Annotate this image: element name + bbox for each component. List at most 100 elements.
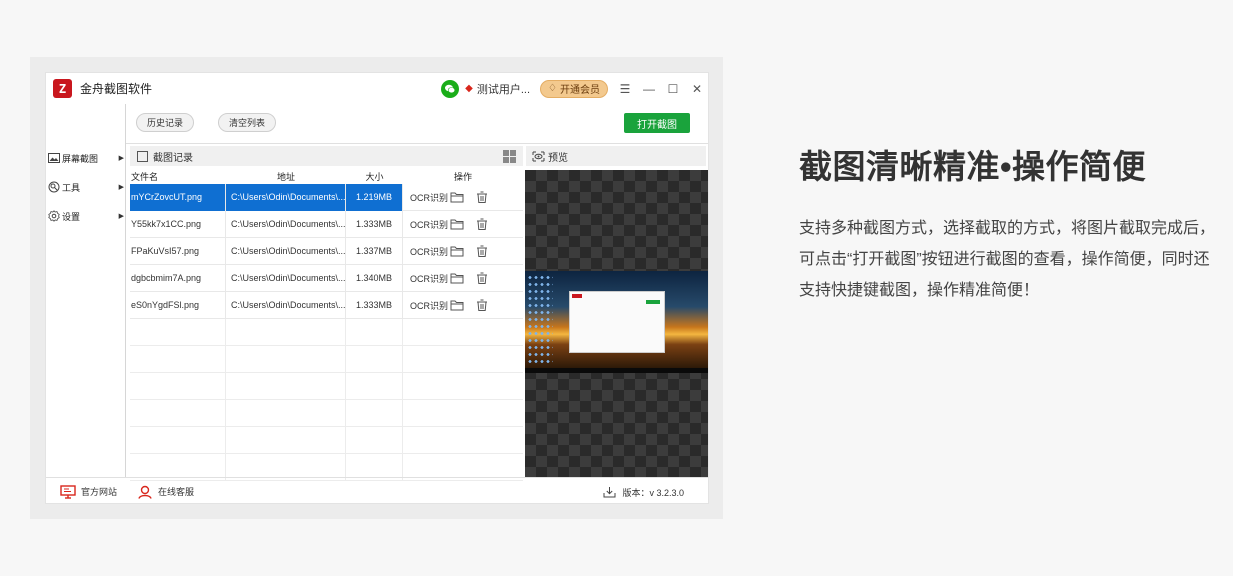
preview-canvas bbox=[525, 170, 708, 477]
trash-icon[interactable] bbox=[475, 245, 489, 257]
column-header-filename: 文件名 bbox=[131, 172, 159, 182]
trash-icon[interactable] bbox=[475, 218, 489, 230]
sidebar-item-settings[interactable]: 设置 ▶ bbox=[48, 207, 126, 225]
cell-filename: FPaKuVsI57.png bbox=[130, 237, 226, 265]
sidebar: 屏幕截图 ▶ 工具 ▶ 设置 ▶ bbox=[46, 104, 126, 477]
cell-size: 1.337MB bbox=[346, 237, 403, 265]
monitor-icon bbox=[60, 484, 76, 499]
tools-icon bbox=[48, 181, 60, 193]
table-row[interactable]: eS0nYgdFSl.png C:\Users\Odin\Documents\..… bbox=[130, 291, 523, 319]
minimize-icon[interactable]: — bbox=[642, 82, 656, 96]
ocr-button[interactable]: OCR识别 bbox=[410, 191, 450, 204]
ocr-button[interactable]: OCR识别 bbox=[410, 299, 450, 312]
gear-icon bbox=[48, 210, 60, 222]
grid-view-icon[interactable] bbox=[503, 150, 516, 163]
document-icon bbox=[137, 150, 148, 162]
trash-icon[interactable] bbox=[475, 272, 489, 284]
title-bar-controls: ◆ 测试用户... ♢ 开通会员 ☰ — ☐ ✕ bbox=[441, 73, 704, 104]
ocr-button[interactable]: OCR识别 bbox=[410, 218, 450, 231]
version-label: 版本：v 3.2.3.0 bbox=[622, 487, 684, 498]
vip-button-label: 开通会员 bbox=[560, 85, 600, 96]
title-bar: Z 金舟截图软件 ◆ 测试用户... ♢ 开通会员 ☰ — ☐ ✕ bbox=[46, 73, 708, 104]
column-header-actions: 操作 bbox=[453, 172, 472, 182]
sidebar-item-label: 设置 bbox=[62, 211, 81, 222]
chevron-right-icon: ▶ bbox=[118, 184, 124, 191]
image-icon bbox=[48, 153, 60, 163]
feature-description: 支持多种截图方式，选择截取的方式，将图片截取完成后，可点击“打开截图”按钮进行截… bbox=[799, 220, 1216, 299]
cell-filename: Y55kk7x1CC.png bbox=[130, 210, 226, 238]
cell-actions: OCR识别 bbox=[403, 238, 523, 265]
folder-icon[interactable] bbox=[450, 299, 464, 311]
online-service-link[interactable]: 在线客服 bbox=[137, 485, 194, 499]
sidebar-item-tools[interactable]: 工具 ▶ bbox=[48, 178, 126, 196]
ocr-button[interactable]: OCR识别 bbox=[410, 272, 450, 285]
folder-icon[interactable] bbox=[450, 218, 464, 230]
table-row[interactable]: dgbcbmim7A.png C:\Users\Odin\Documents\..… bbox=[130, 264, 523, 292]
open-screenshot-button[interactable]: 打开截图 bbox=[624, 113, 690, 133]
official-website-link[interactable]: 官方网站 bbox=[60, 484, 118, 499]
folder-icon[interactable] bbox=[450, 245, 464, 257]
cell-actions: OCR识别 bbox=[403, 292, 523, 319]
eye-icon bbox=[532, 151, 545, 161]
trash-icon[interactable] bbox=[475, 191, 489, 203]
toolbar: 历史记录 清空列表 打开截图 bbox=[126, 104, 708, 144]
sidebar-item-label: 屏幕截图 bbox=[62, 153, 99, 164]
footer: 官方网站 在线客服 版本：v 3.2.3.0 bbox=[46, 477, 708, 503]
records-panel-title: 截图记录 bbox=[153, 152, 193, 164]
close-icon[interactable]: ✕ bbox=[690, 82, 704, 96]
preview-panel-title: 预览 bbox=[548, 152, 568, 164]
table-row[interactable]: Y55kk7x1CC.png C:\Users\Odin\Documents\..… bbox=[130, 210, 523, 238]
vip-diamond-icon: ◆ bbox=[465, 83, 473, 94]
ocr-button[interactable]: OCR识别 bbox=[410, 245, 450, 258]
user-name[interactable]: 测试用户... bbox=[477, 81, 530, 97]
empty-table-row bbox=[130, 400, 523, 427]
empty-table-row bbox=[130, 319, 523, 346]
sidebar-item-label: 工具 bbox=[62, 182, 81, 193]
column-header-size: 大小 bbox=[365, 172, 384, 182]
cell-path: C:\Users\Odin\Documents\... bbox=[226, 210, 346, 238]
cell-size: 1.333MB bbox=[346, 210, 403, 238]
table-row[interactable]: FPaKuVsI57.png C:\Users\Odin\Documents\..… bbox=[130, 237, 523, 265]
wechat-icon[interactable] bbox=[441, 79, 460, 98]
cell-actions: OCR识别 bbox=[403, 184, 523, 211]
column-header-path: 地址 bbox=[276, 172, 295, 182]
official-website-label: 官方网站 bbox=[81, 487, 118, 497]
cell-actions: OCR识别 bbox=[403, 265, 523, 292]
app-window: Z 金舟截图软件 ◆ 测试用户... ♢ 开通会员 ☰ — ☐ ✕ 屏幕截图 ▶ bbox=[45, 72, 709, 504]
cell-filename: mYCrZovcUT.png bbox=[130, 183, 226, 211]
folder-icon[interactable] bbox=[450, 191, 464, 203]
table-header: 文件名 地址 大小 操作 bbox=[130, 170, 523, 184]
maximize-icon[interactable]: ☐ bbox=[666, 82, 680, 96]
empty-table-row bbox=[130, 346, 523, 373]
sidebar-item-screen-capture[interactable]: 屏幕截图 ▶ bbox=[48, 149, 126, 167]
app-title: 金舟截图软件 bbox=[80, 82, 153, 96]
download-icon[interactable] bbox=[603, 486, 616, 498]
cell-actions: OCR识别 bbox=[403, 211, 523, 238]
clear-list-button[interactable]: 清空列表 bbox=[218, 113, 277, 132]
cell-size: 1.333MB bbox=[346, 291, 403, 319]
cell-filename: eS0nYgdFSl.png bbox=[130, 291, 226, 319]
table-body: mYCrZovcUT.png C:\Users\Odin\Documents\..… bbox=[130, 183, 523, 481]
trash-icon[interactable] bbox=[475, 299, 489, 311]
folder-icon[interactable] bbox=[450, 272, 464, 284]
feature-headline: 截图清晰精准•操作简便 bbox=[799, 148, 1147, 185]
cell-path: C:\Users\Odin\Documents\... bbox=[226, 291, 346, 319]
preview-screenshot-image bbox=[525, 271, 708, 373]
customer-service-icon bbox=[138, 485, 152, 499]
empty-table-row bbox=[130, 373, 523, 400]
history-button[interactable]: 历史记录 bbox=[136, 113, 195, 132]
vip-gem-icon: ♢ bbox=[548, 83, 557, 94]
app-logo-icon: Z bbox=[53, 79, 72, 98]
vip-button[interactable]: ♢ 开通会员 bbox=[540, 79, 608, 98]
cell-path: C:\Users\Odin\Documents\... bbox=[226, 237, 346, 265]
menu-icon[interactable]: ☰ bbox=[618, 82, 632, 96]
chevron-right-icon: ▶ bbox=[118, 155, 124, 162]
preview-panel-header: 预览 bbox=[526, 146, 706, 166]
cell-size: 1.340MB bbox=[346, 264, 403, 292]
chevron-right-icon: ▶ bbox=[118, 213, 124, 220]
online-service-label: 在线客服 bbox=[158, 487, 195, 497]
cell-path: C:\Users\Odin\Documents\... bbox=[226, 183, 346, 211]
empty-table-row bbox=[130, 427, 523, 454]
table-row[interactable]: mYCrZovcUT.png C:\Users\Odin\Documents\..… bbox=[130, 183, 523, 211]
cell-path: C:\Users\Odin\Documents\... bbox=[226, 264, 346, 292]
